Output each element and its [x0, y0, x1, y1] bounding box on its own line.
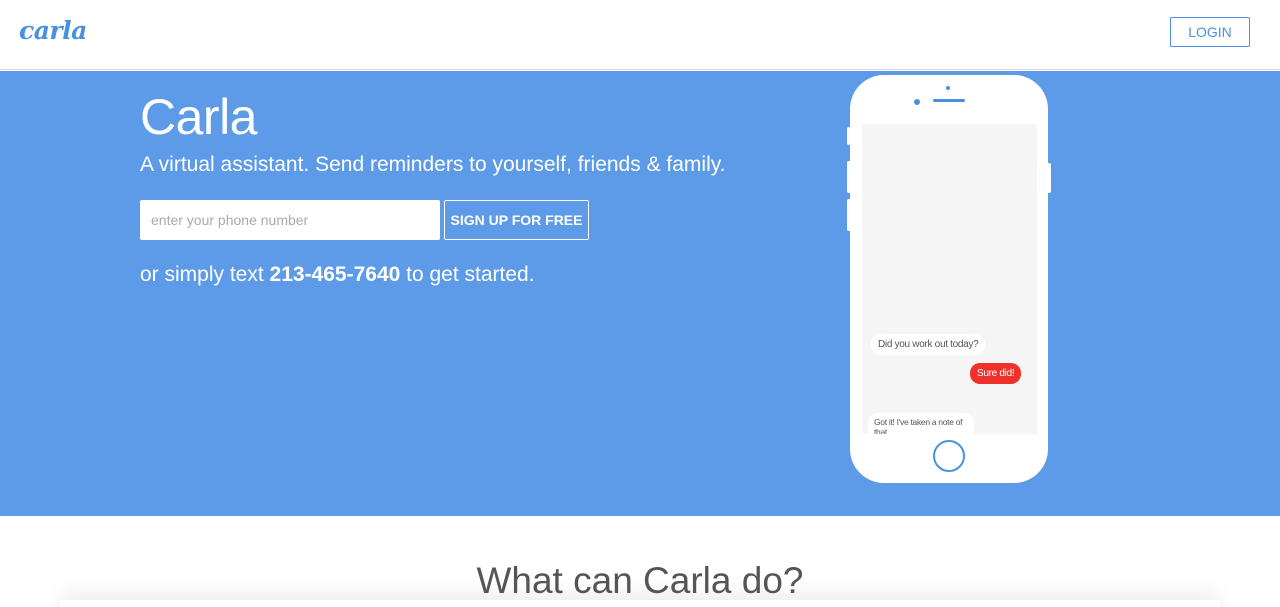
chat-bubble-outgoing: Sure did! — [970, 363, 1022, 384]
hero-tagline: A virtual assistant. Send reminders to y… — [140, 153, 726, 176]
chat-bubble-incoming: Did you work out today? — [871, 334, 986, 355]
phone-side-button — [847, 199, 851, 231]
phone-sensor — [946, 86, 950, 90]
phone-side-button — [1047, 163, 1051, 193]
features-heading: What can Carla do? — [476, 560, 804, 601]
login-button[interactable]: LOGIN — [1170, 17, 1250, 47]
text-prefix: or simply text — [140, 263, 270, 286]
phone-side-button — [847, 127, 851, 145]
hero-title: Carla — [140, 89, 257, 145]
phone-camera — [914, 99, 920, 105]
top-navbar: carla LOGIN — [0, 0, 1280, 70]
phone-mockup: Did you work out today? Sure did! Got it… — [847, 75, 1051, 483]
phone-number-input[interactable] — [140, 200, 440, 240]
sign-up-button[interactable]: SIGN UP FOR FREE — [444, 200, 589, 240]
phone-speaker — [933, 99, 965, 102]
text-to-start-line: or simply text 213-465-7640 to get start… — [140, 263, 535, 287]
chat-bubble-incoming: Got it! I've taken a note of that. — [868, 413, 974, 434]
hero-section: Carla A virtual assistant. Send reminder… — [0, 71, 1280, 516]
phone-side-button — [847, 161, 851, 193]
phone-screen: Did you work out today? Sure did! Got it… — [862, 124, 1037, 434]
phone-home-button — [933, 440, 965, 472]
brand-logo[interactable]: carla — [19, 16, 87, 45]
sms-phone-number: 213-465-7640 — [269, 263, 401, 286]
text-suffix: to get started. — [400, 263, 535, 286]
